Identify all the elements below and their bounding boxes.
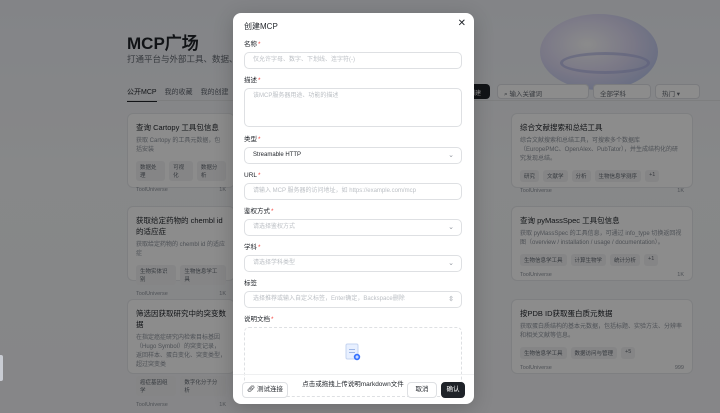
chevron-down-icon: ⌄ (448, 260, 454, 267)
test-connection-button[interactable]: 🔗︎ 测试连接 (242, 382, 288, 398)
expand-icon: ⇳ (448, 296, 454, 303)
subject-select[interactable]: 请选择学科类型 ⌄ (244, 255, 462, 272)
url-placeholder: 请输入 MCP 服务器的访问地址，如 https://example.com/m… (253, 188, 416, 194)
url-input[interactable]: 请输入 MCP 服务器的访问地址，如 https://example.com/m… (244, 183, 462, 200)
auth-placeholder: 请选择鉴权方式 (253, 224, 296, 230)
required-mark: * (258, 244, 261, 251)
type-label-text: 类型 (244, 136, 257, 143)
tags-input[interactable]: 选择推荐或输入自定义标签，Enter确定，Backspace删除 ⇳ (244, 291, 462, 308)
dialog-footer: 🔗︎ 测试连接 取消 确认 (233, 374, 474, 404)
test-button-label: 测试连接 (257, 386, 284, 393)
sidebar-toggle-handle[interactable] (0, 355, 3, 381)
desc-label: 描述* (244, 77, 462, 85)
create-mcp-dialog: 创建MCP ✕ 名称* 仅允许字母、数字、下划线、连字符(-) 描述* 该MCP… (233, 13, 474, 404)
tags-label: 标签 (244, 280, 462, 288)
required-mark: * (258, 41, 261, 48)
required-mark: * (258, 172, 261, 179)
name-placeholder: 仅允许字母、数字、下划线、连字符(-) (253, 57, 355, 63)
doc-label-text: 说明文档 (244, 316, 270, 323)
url-label-text: URL (244, 172, 258, 179)
dialog-form: 名称* 仅允许字母、数字、下划线、连字符(-) 描述* 该MCP服务器用途、功能… (244, 41, 462, 397)
subject-label-text: 学科 (244, 244, 257, 251)
auth-label-text: 鉴权方式 (244, 208, 270, 215)
subject-placeholder: 请选择学科类型 (253, 260, 296, 266)
desc-placeholder: 该MCP服务器用途、功能的描述 (253, 93, 339, 99)
subject-label: 学科* (244, 244, 462, 252)
tags-label-text: 标签 (244, 280, 257, 287)
name-input[interactable]: 仅允许字母、数字、下划线、连字符(-) (244, 52, 462, 69)
required-mark: * (271, 208, 274, 215)
name-label: 名称* (244, 41, 462, 49)
tags-placeholder: 选择推荐或输入自定义标签，Enter确定，Backspace删除 (253, 296, 405, 302)
auth-label: 鉴权方式* (244, 208, 462, 216)
chevron-down-icon: ⌄ (448, 224, 454, 231)
chevron-down-icon: ⌄ (448, 152, 454, 159)
close-icon[interactable]: ✕ (458, 19, 466, 29)
url-label: URL* (244, 172, 462, 180)
dialog-title: 创建MCP (244, 22, 278, 31)
desc-label-text: 描述 (244, 77, 257, 84)
required-mark: * (258, 77, 261, 84)
cancel-button[interactable]: 取消 (407, 382, 437, 398)
type-select[interactable]: Streamable HTTP ⌄ (244, 147, 462, 164)
type-value: Streamable HTTP (253, 152, 302, 158)
required-mark: * (271, 316, 274, 323)
doc-label: 说明文档* (244, 316, 462, 324)
name-label-text: 名称 (244, 41, 257, 48)
required-mark: * (258, 136, 261, 143)
auth-select[interactable]: 请选择鉴权方式 ⌄ (244, 219, 462, 236)
upload-file-icon (345, 343, 361, 361)
confirm-button[interactable]: 确认 (441, 382, 465, 398)
link-icon: 🔗︎ (246, 386, 256, 393)
type-label: 类型* (244, 136, 462, 144)
desc-textarea[interactable]: 该MCP服务器用途、功能的描述 (244, 88, 462, 127)
